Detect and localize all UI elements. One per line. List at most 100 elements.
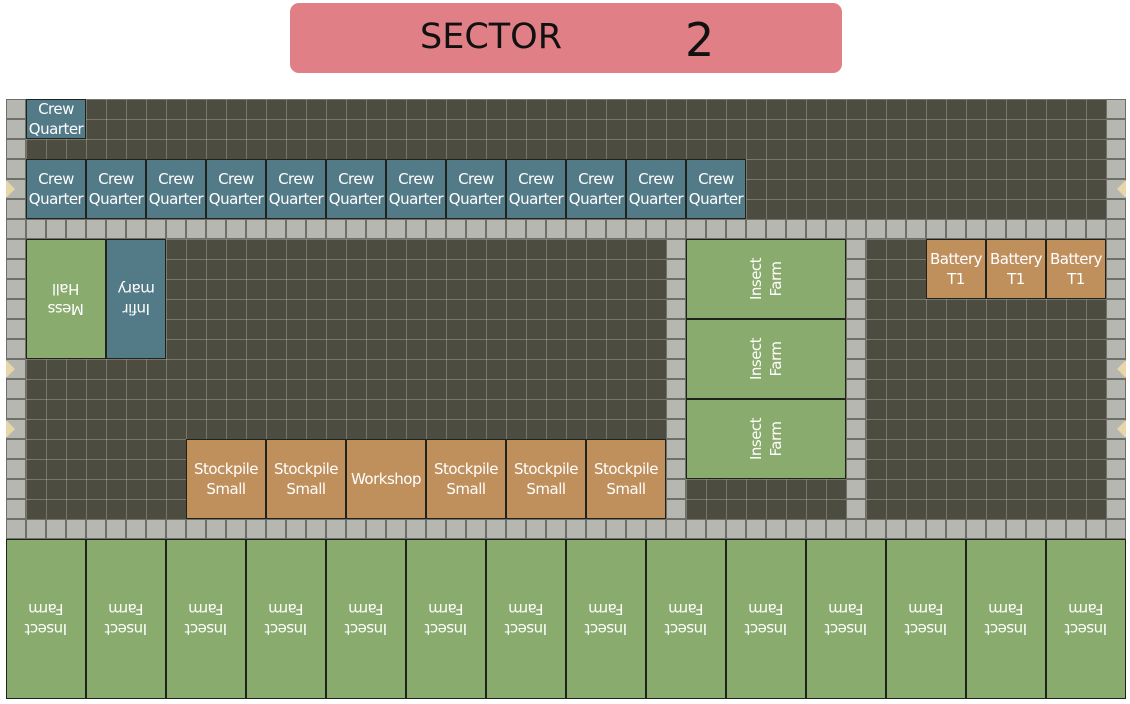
room-insect-farm[interactable]: Insect Farm (646, 539, 726, 699)
corridor-tile[interactable] (526, 519, 546, 539)
room-insect-farm[interactable]: Insect Farm (406, 539, 486, 699)
corridor-tile[interactable] (666, 359, 686, 379)
corridor-tile[interactable] (6, 319, 26, 339)
corridor-tile[interactable] (306, 519, 326, 539)
corridor-tile[interactable] (1066, 219, 1086, 239)
corridor-tile[interactable] (846, 499, 866, 519)
room-infirmary[interactable]: Infir mary (106, 239, 166, 359)
corridor-tile[interactable] (106, 519, 126, 539)
sector-map-grid[interactable]: Crew Quarter Crew Quarter Crew Quarter Crew… (6, 99, 1126, 699)
room-crew-quarter[interactable]: Crew Quarter (386, 159, 446, 219)
corridor-tile[interactable] (746, 519, 766, 539)
corridor-tile[interactable] (1106, 279, 1126, 299)
corridor-tile[interactable] (886, 219, 906, 239)
corridor-tile[interactable] (906, 519, 926, 539)
corridor-tile[interactable] (326, 219, 346, 239)
corridor-tile[interactable] (6, 499, 26, 519)
room-insect-farm[interactable]: Insect Farm (566, 539, 646, 699)
corridor-tile[interactable] (6, 199, 26, 219)
corridor-tile[interactable] (806, 519, 826, 539)
corridor-tile[interactable] (126, 219, 146, 239)
corridor-tile[interactable] (826, 519, 846, 539)
corridor-tile[interactable] (126, 519, 146, 539)
corridor-tile[interactable] (26, 519, 46, 539)
room-crew-quarter[interactable]: Crew Quarter (626, 159, 686, 219)
corridor-tile[interactable] (1086, 519, 1106, 539)
corridor-tile[interactable] (1106, 479, 1126, 499)
corridor-tile[interactable] (846, 219, 866, 239)
corridor-tile[interactable] (1086, 219, 1106, 239)
corridor-tile[interactable] (1106, 319, 1126, 339)
corridor-tile[interactable] (186, 219, 206, 239)
corridor-tile[interactable] (1106, 499, 1126, 519)
corridor-tile[interactable] (1106, 459, 1126, 479)
corridor-tile[interactable] (1026, 519, 1046, 539)
room-crew-quarter[interactable]: Crew Quarter (566, 159, 626, 219)
corridor-tile[interactable] (746, 219, 766, 239)
corridor-tile[interactable] (846, 419, 866, 439)
corridor-tile[interactable] (846, 339, 866, 359)
room-insect-farm[interactable]: Insect Farm (686, 239, 846, 319)
room-insect-farm[interactable]: Insect Farm (966, 539, 1046, 699)
corridor-tile[interactable] (6, 159, 26, 179)
corridor-tile[interactable] (766, 219, 786, 239)
corridor-tile[interactable] (6, 439, 26, 459)
corridor-tile[interactable] (606, 519, 626, 539)
corridor-tile[interactable] (1106, 299, 1126, 319)
corridor-tile[interactable] (1106, 259, 1126, 279)
corridor-tile[interactable] (846, 439, 866, 459)
corridor-tile[interactable] (6, 139, 26, 159)
corridor-tile[interactable] (46, 519, 66, 539)
corridor-tile[interactable] (386, 519, 406, 539)
corridor-tile[interactable] (566, 219, 586, 239)
corridor-tile[interactable] (506, 219, 526, 239)
room-crew-quarter[interactable]: Crew Quarter (206, 159, 266, 219)
corridor-tile[interactable] (1006, 219, 1026, 239)
room-stockpile-small[interactable]: Stockpile Small (266, 439, 346, 519)
corridor-tile[interactable] (226, 219, 246, 239)
corridor-tile[interactable] (6, 219, 26, 239)
corridor-tile[interactable] (6, 99, 26, 119)
corridor-tile[interactable] (1106, 139, 1126, 159)
room-insect-farm[interactable]: Insect Farm (326, 539, 406, 699)
corridor-tile[interactable] (246, 519, 266, 539)
room-crew-quarter[interactable]: Crew Quarter (326, 159, 386, 219)
corridor-tile[interactable] (446, 519, 466, 539)
room-crew-quarter[interactable]: Crew Quarter (686, 159, 746, 219)
corridor-tile[interactable] (6, 399, 26, 419)
corridor-tile[interactable] (786, 219, 806, 239)
room-battery-t1[interactable]: Battery T1 (986, 239, 1046, 299)
corridor-tile[interactable] (166, 219, 186, 239)
corridor-tile[interactable] (1106, 159, 1126, 179)
corridor-tile[interactable] (446, 219, 466, 239)
room-crew-quarter[interactable]: Crew Quarter (266, 159, 326, 219)
corridor-tile[interactable] (726, 519, 746, 539)
corridor-tile[interactable] (766, 519, 786, 539)
room-insect-farm[interactable]: Insect Farm (1046, 539, 1126, 699)
corridor-tile[interactable] (406, 219, 426, 239)
corridor-tile[interactable] (6, 459, 26, 479)
corridor-tile[interactable] (626, 219, 646, 239)
corridor-tile[interactable] (166, 519, 186, 539)
corridor-tile[interactable] (666, 259, 686, 279)
corridor-tile[interactable] (986, 219, 1006, 239)
corridor-tile[interactable] (686, 519, 706, 539)
room-insect-farm[interactable]: Insect Farm (806, 539, 886, 699)
corridor-tile[interactable] (1106, 199, 1126, 219)
corridor-tile[interactable] (666, 419, 686, 439)
corridor-tile[interactable] (946, 519, 966, 539)
corridor-tile[interactable] (646, 219, 666, 239)
corridor-tile[interactable] (1106, 119, 1126, 139)
corridor-tile[interactable] (346, 519, 366, 539)
room-mess-hall[interactable]: Mess Hall (26, 239, 106, 359)
corridor-tile[interactable] (6, 299, 26, 319)
corridor-tile[interactable] (66, 219, 86, 239)
corridor-tile[interactable] (46, 219, 66, 239)
corridor-tile[interactable] (6, 239, 26, 259)
corridor-tile[interactable] (666, 239, 686, 259)
corridor-tile[interactable] (846, 239, 866, 259)
corridor-tile[interactable] (906, 219, 926, 239)
room-stockpile-small[interactable]: Stockpile Small (506, 439, 586, 519)
corridor-tile[interactable] (846, 519, 866, 539)
room-insect-farm[interactable]: Insect Farm (486, 539, 566, 699)
